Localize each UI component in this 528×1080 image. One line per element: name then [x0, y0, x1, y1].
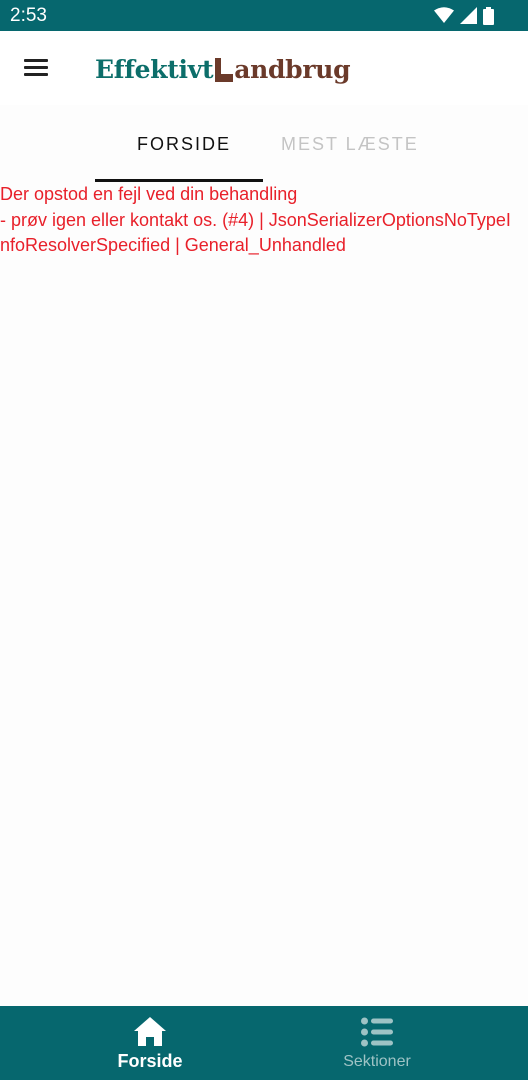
status-icons: [434, 6, 494, 25]
home-icon: [133, 1016, 167, 1048]
nav-label-sektioner: Sektioner: [343, 1053, 411, 1070]
menu-line: [24, 73, 48, 76]
tab-bar: FORSIDE MEST LÆSTE: [0, 105, 528, 183]
tab-forside[interactable]: FORSIDE: [137, 134, 231, 155]
app-screen: 2:53 Effektivt andbrug FORSIDE MEST LÆST…: [0, 0, 528, 1080]
logo-text-effektivt: Effektivt: [95, 55, 214, 84]
status-bar: 2:53: [0, 0, 528, 31]
logo-text-andbrug: andbrug: [234, 55, 351, 84]
tab-mest-laeste[interactable]: MEST LÆSTE: [281, 134, 419, 155]
hamburger-menu-icon[interactable]: [18, 53, 54, 83]
app-bar: Effektivt andbrug: [0, 31, 528, 105]
bottom-navigation: Forside Sektioner: [0, 1006, 528, 1080]
menu-line: [24, 66, 48, 69]
logo-l-mark-icon: [215, 58, 234, 82]
battery-icon: [483, 6, 494, 25]
nav-item-forside[interactable]: Forside: [50, 1006, 250, 1080]
error-message: Der opstod en fejl ved din behandling - …: [0, 184, 511, 255]
list-icon: [360, 1016, 394, 1048]
brand-logo[interactable]: Effektivt andbrug: [95, 52, 351, 84]
menu-line: [24, 59, 48, 62]
nav-item-sektioner[interactable]: Sektioner: [277, 1006, 477, 1080]
cell-signal-icon: [460, 7, 477, 24]
nav-label-forside: Forside: [117, 1051, 183, 1071]
status-time: 2:53: [10, 5, 47, 26]
wifi-icon: [434, 7, 454, 24]
